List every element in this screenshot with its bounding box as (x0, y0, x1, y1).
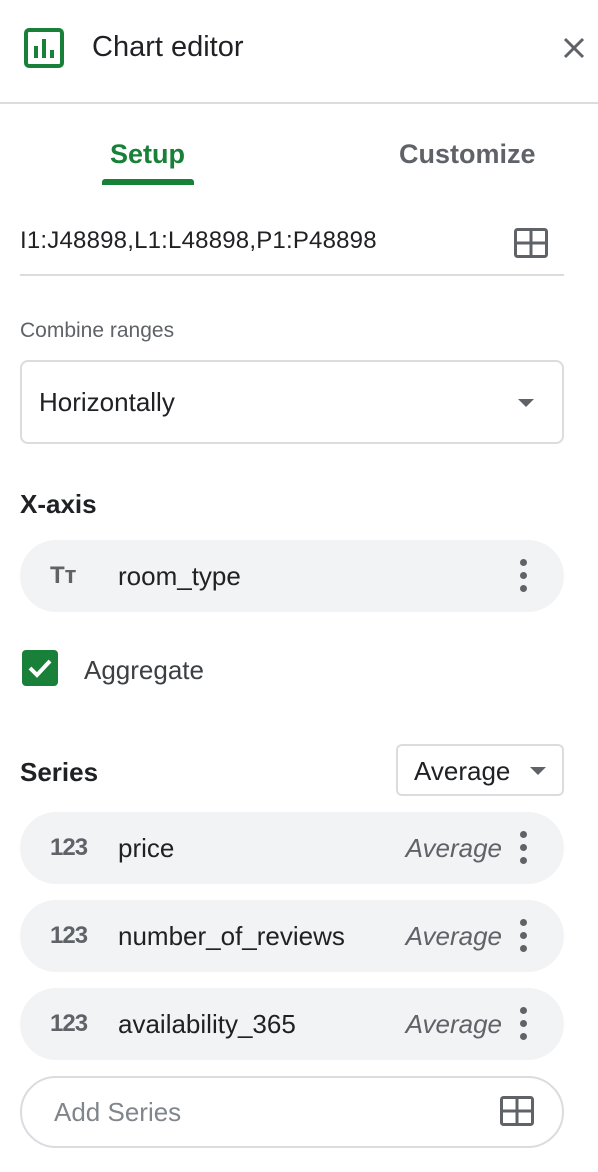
x-axis-chip[interactable]: Tт room_type (20, 540, 564, 612)
series-aggregation: Average (405, 921, 502, 951)
data-range-value[interactable]: I1:J48898,L1:L48898,P1:P48898 (20, 224, 377, 258)
data-range-field[interactable]: I1:J48898,L1:L48898,P1:P48898 (20, 216, 564, 276)
combine-ranges-label: Combine ranges (20, 319, 175, 342)
chevron-down-icon (530, 767, 546, 775)
grid-select-icon[interactable] (500, 1096, 534, 1126)
number-type-icon: 123 (50, 834, 88, 861)
editor-title: Chart editor (92, 31, 244, 63)
checkmark-icon (28, 659, 52, 678)
grid-select-icon[interactable] (514, 228, 548, 258)
series-name: number_of_reviews (118, 921, 345, 951)
number-type-icon: 123 (50, 1010, 88, 1037)
more-vert-icon[interactable] (518, 918, 528, 954)
number-type-icon: 123 (50, 922, 88, 949)
tab-setup[interactable]: Setup (110, 136, 185, 172)
series-aggregation-value: Average (414, 756, 511, 786)
series-name: availability_365 (118, 1009, 296, 1039)
tab-customize[interactable]: Customize (399, 136, 536, 172)
add-series-placeholder: Add Series (54, 1097, 182, 1127)
series-heading: Series (20, 757, 99, 787)
editor-header: Chart editor (0, 0, 598, 104)
active-tab-indicator (102, 179, 194, 185)
series-name: price (118, 833, 175, 863)
series-aggregation: Average (405, 833, 502, 863)
close-icon[interactable] (556, 30, 592, 66)
text-type-icon: Tт (50, 562, 77, 589)
aggregate-checkbox[interactable] (22, 650, 58, 686)
more-vert-icon[interactable] (518, 558, 528, 594)
series-aggregation: Average (405, 1009, 502, 1039)
add-series-input[interactable]: Add Series (20, 1076, 564, 1148)
aggregate-label: Aggregate (84, 655, 204, 685)
chevron-down-icon (518, 399, 534, 407)
combine-ranges-select[interactable]: Horizontally (20, 360, 564, 444)
x-axis-heading: X-axis (20, 489, 97, 519)
series-chip-price[interactable]: 123 price Average (20, 812, 564, 884)
combine-ranges-value: Horizontally (39, 387, 175, 417)
series-chip-availability-365[interactable]: 123 availability_365 Average (20, 988, 564, 1060)
more-vert-icon[interactable] (518, 1006, 528, 1042)
series-chip-number-of-reviews[interactable]: 123 number_of_reviews Average (20, 900, 564, 972)
series-aggregation-dropdown[interactable]: Average (396, 744, 564, 796)
bar-chart-icon (24, 28, 64, 68)
more-vert-icon[interactable] (518, 830, 528, 866)
x-axis-field-name: room_type (118, 561, 241, 591)
